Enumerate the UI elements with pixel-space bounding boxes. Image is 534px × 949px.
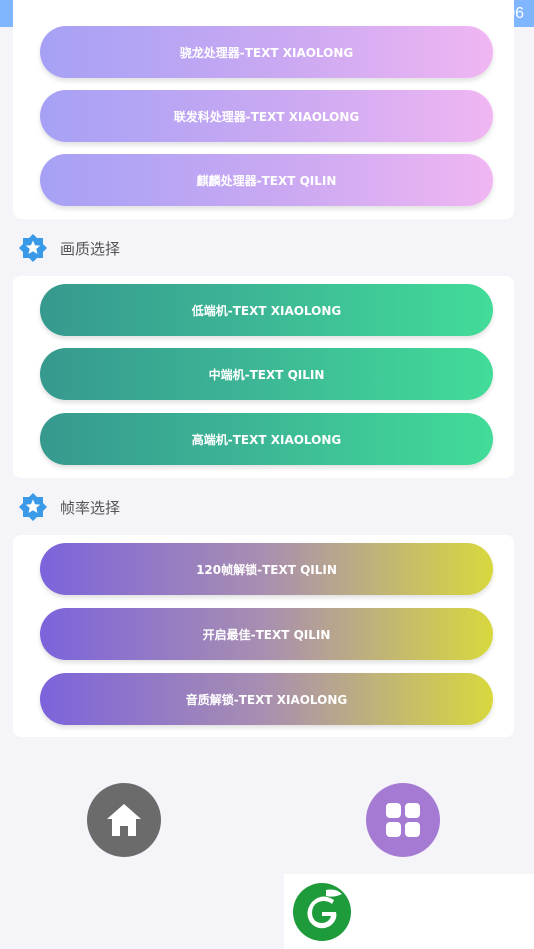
grid-icon	[386, 803, 420, 837]
section-title: 帧率选择	[60, 498, 121, 517]
high-end-button[interactable]: 高端机-TEXT XIAOLONG	[40, 413, 493, 465]
processor-card: 骁龙处理器-TEXT XIAOLONG 联发科处理器-TEXT XIAOLONG…	[13, 0, 514, 219]
leaf-logo-icon	[293, 883, 351, 941]
button-label: 低端机-TEXT XIAOLONG	[191, 303, 342, 318]
button-label: 音质解锁-TEXT XIAOLONG	[185, 692, 348, 707]
button-label: 开启最佳-TEXT QILIN	[202, 627, 331, 642]
mediatek-processor-button[interactable]: 联发科处理器-TEXT XIAOLONG	[40, 90, 493, 142]
unlock-120fps-button[interactable]: 120帧解锁-TEXT QILIN	[40, 543, 493, 595]
button-label: 高端机-TEXT XIAOLONG	[191, 432, 342, 447]
quality-section-header: 画质选择	[18, 233, 120, 263]
button-label: 120帧解锁-TEXT QILIN	[196, 562, 337, 577]
star-badge-icon	[19, 234, 47, 262]
snapdragon-processor-button[interactable]: 骁龙处理器-TEXT XIAOLONG	[40, 26, 493, 78]
grid-button[interactable]	[366, 783, 440, 857]
enable-optimal-button[interactable]: 开启最佳-TEXT QILIN	[40, 608, 493, 660]
framerate-card: 120帧解锁-TEXT QILIN 开启最佳-TEXT QILIN 音质解锁-T…	[13, 535, 514, 737]
mid-range-button[interactable]: 中端机-TEXT QILIN	[40, 348, 493, 400]
star-badge-icon	[19, 493, 47, 521]
home-icon	[107, 804, 141, 836]
button-label: 麒麟处理器-TEXT QILIN	[196, 173, 337, 188]
logo-watermark	[284, 874, 534, 949]
quality-card: 低端机-TEXT XIAOLONG 中端机-TEXT QILIN 高端机-TEX…	[13, 276, 514, 478]
button-label: 中端机-TEXT QILIN	[208, 367, 325, 382]
unlock-audio-button[interactable]: 音质解锁-TEXT XIAOLONG	[40, 673, 493, 725]
kirin-processor-button[interactable]: 麒麟处理器-TEXT QILIN	[40, 154, 493, 206]
home-button[interactable]	[87, 783, 161, 857]
framerate-section-header: 帧率选择	[18, 492, 120, 522]
section-title: 画质选择	[60, 239, 121, 258]
button-label: 骁龙处理器-TEXT XIAOLONG	[179, 45, 354, 60]
low-end-button[interactable]: 低端机-TEXT XIAOLONG	[40, 284, 493, 336]
button-label: 联发科处理器-TEXT XIAOLONG	[173, 109, 360, 124]
